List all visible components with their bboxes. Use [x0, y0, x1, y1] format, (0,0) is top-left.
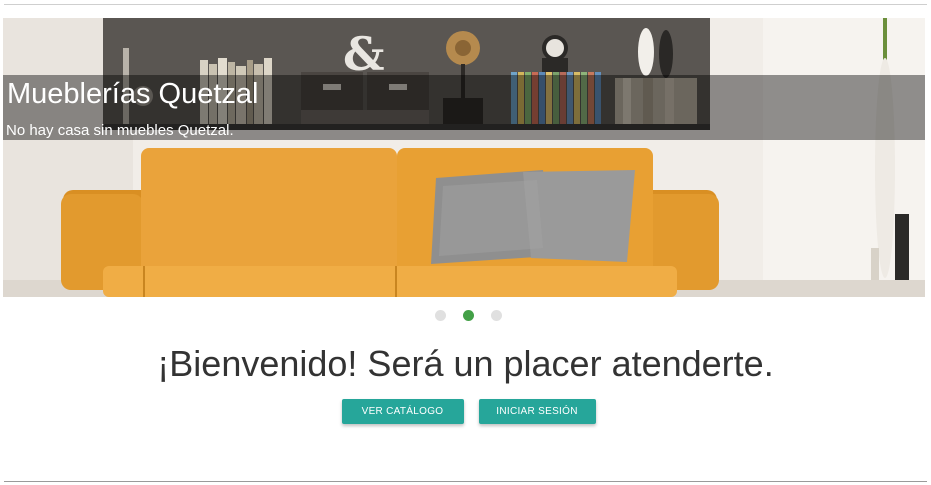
hero-title: Mueblerías Quetzal: [7, 78, 259, 110]
catalog-button[interactable]: VER CATÁLOGO: [341, 399, 464, 424]
login-button[interactable]: INICIAR SESIÓN: [478, 399, 596, 424]
carousel-indicator-3[interactable]: [491, 310, 502, 321]
carousel-indicator-1[interactable]: [435, 310, 446, 321]
top-divider: [4, 4, 927, 5]
action-buttons: VER CATÁLOGO INICIAR SESIÓN: [0, 399, 931, 424]
carousel-indicator-2[interactable]: [463, 310, 474, 321]
bottom-divider: [4, 481, 927, 482]
welcome-heading: ¡Bienvenido! Será un placer atenderte.: [157, 343, 774, 384]
carousel-slide[interactable]: & Mueblerías Quetzal No hay casa sin mue…: [3, 18, 925, 297]
page: & Mueblerías Quetzal No hay casa sin mue…: [0, 0, 931, 485]
living-room-image: &: [3, 18, 925, 297]
carousel-indicators: [0, 310, 931, 321]
svg-text:&: &: [343, 27, 385, 81]
hero-subtitle: No hay casa sin muebles Quetzal.: [6, 122, 234, 139]
